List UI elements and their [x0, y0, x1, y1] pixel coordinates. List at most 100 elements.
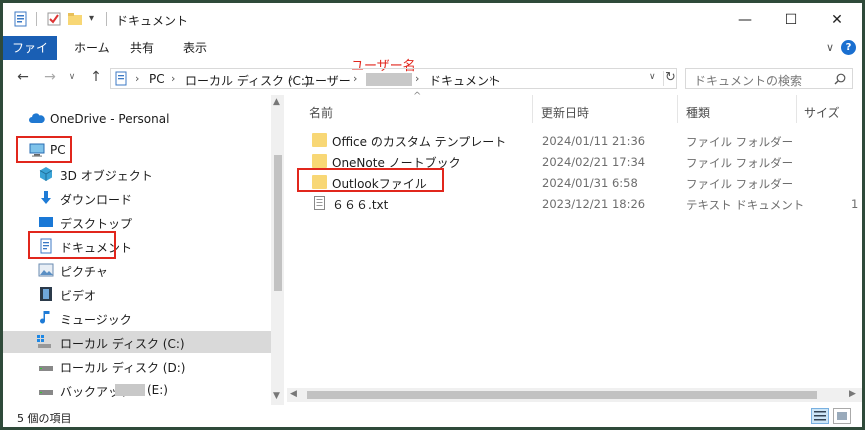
scroll-left-icon[interactable]: ◀	[290, 389, 297, 399]
checkmark-icon[interactable]	[46, 11, 62, 27]
sidebar-item-label: 3D オブジェクト	[60, 169, 153, 183]
file-size: 1	[851, 197, 859, 211]
scroll-right-icon[interactable]: ▶	[849, 389, 856, 399]
file-name: Office のカスタム テンプレート	[332, 135, 507, 149]
address-bar[interactable]: › PC › ローカル ディスク (C:) › ユーザー › › ドキュメント …	[110, 68, 677, 89]
sidebar-scrollbar[interactable]: ▲ ▼	[271, 95, 284, 405]
forward-button[interactable]: →	[41, 68, 59, 86]
scrollbar-thumb[interactable]	[274, 155, 282, 291]
explorer-window: ▾ ドキュメント — ☐ ✕ ファイル ホーム 共有 表示 ∨ ? ユーザー名 …	[3, 3, 862, 427]
highlight-box	[16, 136, 72, 163]
new-folder-icon[interactable]	[67, 11, 83, 27]
column-header-name[interactable]: 名前	[309, 104, 333, 121]
search-icon[interactable]	[834, 73, 846, 85]
sidebar-item-label: ビデオ	[60, 289, 97, 303]
column-header-size[interactable]: サイズ	[804, 104, 840, 121]
crumb-users[interactable]: ユーザー	[303, 72, 351, 89]
help-icon[interactable]: ?	[841, 40, 856, 55]
document-icon	[115, 71, 127, 86]
column-divider[interactable]	[532, 95, 533, 123]
sidebar-item-desktop[interactable]: デスクトップ	[3, 211, 271, 233]
file-modified: 2023/12/21 18:26	[542, 197, 646, 211]
file-type: ファイル フォルダー	[686, 156, 794, 170]
sidebar-item-pictures[interactable]: ピクチャ	[3, 259, 271, 281]
ribbon-tabs: ファイル ホーム 共有 表示 ∨ ?	[3, 36, 862, 79]
sidebar-item-downloads[interactable]: ダウンロード	[3, 187, 271, 209]
up-button[interactable]: ↑	[87, 68, 105, 86]
sidebar-item-local-disk-c[interactable]: ローカル ディスク (C:)	[3, 331, 271, 353]
sidebar-item-3d-objects[interactable]: 3D オブジェクト	[3, 163, 271, 185]
refresh-icon[interactable]: ↻	[665, 70, 676, 85]
file-modified: 2024/01/31 6:58	[542, 176, 638, 190]
chevron-right-icon: ›	[489, 72, 494, 85]
window-title: ドキュメント	[116, 14, 189, 28]
sidebar-item-local-disk-d[interactable]: ローカル ディスク (D:)	[3, 355, 271, 377]
customize-dropdown-icon[interactable]: ▾	[89, 13, 94, 24]
column-divider[interactable]	[677, 95, 678, 123]
scroll-down-icon[interactable]: ▼	[273, 391, 280, 401]
picture-icon	[38, 263, 54, 277]
sidebar-item-onedrive[interactable]: OneDrive - Personal	[3, 108, 271, 130]
tab-file[interactable]: ファイル	[3, 36, 57, 79]
address-dropdown-icon[interactable]: ∨	[649, 72, 656, 82]
scrollbar-thumb[interactable]	[307, 391, 817, 399]
sidebar-item-label: ピクチャ	[60, 265, 108, 279]
search-box[interactable]: ドキュメントの検索	[685, 68, 853, 89]
sidebar-item-videos[interactable]: ビデオ	[3, 283, 271, 305]
highlight-box	[297, 168, 444, 192]
tab-share[interactable]: 共有	[122, 36, 162, 60]
chevron-right-icon: ›	[171, 72, 176, 85]
close-button[interactable]: ✕	[814, 3, 860, 36]
sidebar-item-label: ローカル ディスク (D:)	[60, 361, 186, 375]
status-bar: 5 個の項目	[3, 406, 862, 427]
navigation-bar: ← → ∨ ↑ › PC › ローカル ディスク (C:) › ユーザー › ›…	[3, 63, 862, 93]
sidebar-item-label: デスクトップ	[60, 217, 133, 231]
item-count: 5 個の項目	[17, 412, 72, 425]
large-icons-view-icon[interactable]	[833, 408, 851, 424]
large-icons-glyph	[837, 412, 847, 420]
file-row[interactable]: ６６６.txt 2023/12/21 18:26 テキスト ドキュメント 1	[287, 193, 862, 214]
cube-icon	[39, 167, 53, 181]
divider	[36, 12, 37, 26]
tab-view[interactable]: 表示	[175, 36, 215, 60]
crumb-pc[interactable]: PC	[149, 72, 165, 86]
expand-ribbon-icon[interactable]: ∨	[826, 41, 834, 54]
column-header-type[interactable]: 種類	[686, 104, 710, 121]
recent-locations-icon[interactable]: ∨	[63, 68, 81, 86]
file-name: ６６６.txt	[332, 198, 389, 212]
details-view-glyph	[814, 411, 826, 421]
file-modified: 2024/02/21 17:34	[542, 155, 646, 169]
chevron-right-icon: ›	[353, 72, 358, 85]
column-divider[interactable]	[796, 95, 797, 123]
scroll-up-icon[interactable]: ▲	[273, 97, 280, 107]
divider	[106, 12, 107, 26]
desktop-icon	[39, 217, 53, 227]
drive-icon	[37, 335, 51, 348]
sidebar-item-backup-e[interactable]: バックアップ- (E:)	[3, 379, 271, 401]
details-view-icon[interactable]	[811, 408, 829, 424]
cloud-icon	[29, 113, 45, 123]
file-list-scrollbar[interactable]: ◀ ▶	[287, 388, 862, 402]
redacted-drive-name	[115, 384, 145, 396]
file-list: ^ 名前 更新日時 種類 サイズ Office のカスタム テンプレート 202…	[287, 91, 862, 405]
column-header-modified[interactable]: 更新日時	[541, 104, 589, 121]
maximize-button[interactable]: ☐	[768, 3, 814, 36]
music-icon	[40, 311, 50, 324]
sidebar-item-music[interactable]: ミュージック	[3, 307, 271, 329]
tab-home[interactable]: ホーム	[66, 36, 118, 60]
file-type: ファイル フォルダー	[686, 177, 794, 191]
minimize-button[interactable]: —	[722, 3, 768, 36]
drive-icon	[39, 390, 53, 395]
search-placeholder: ドキュメントの検索	[694, 74, 803, 88]
back-button[interactable]: ←	[14, 68, 32, 86]
file-row[interactable]: Office のカスタム テンプレート 2024/01/11 21:36 ファイ…	[287, 130, 862, 151]
chevron-right-icon: ›	[415, 72, 420, 85]
sidebar-item-label: OneDrive - Personal	[50, 112, 170, 126]
divider	[663, 71, 664, 86]
sidebar-item-label: ミュージック	[60, 313, 132, 327]
drive-icon	[39, 366, 53, 371]
file-modified: 2024/01/11 21:36	[542, 134, 646, 148]
file-type: テキスト ドキュメント	[686, 198, 805, 212]
sort-ascending-icon: ^	[413, 91, 422, 102]
properties-icon[interactable]	[13, 11, 29, 27]
